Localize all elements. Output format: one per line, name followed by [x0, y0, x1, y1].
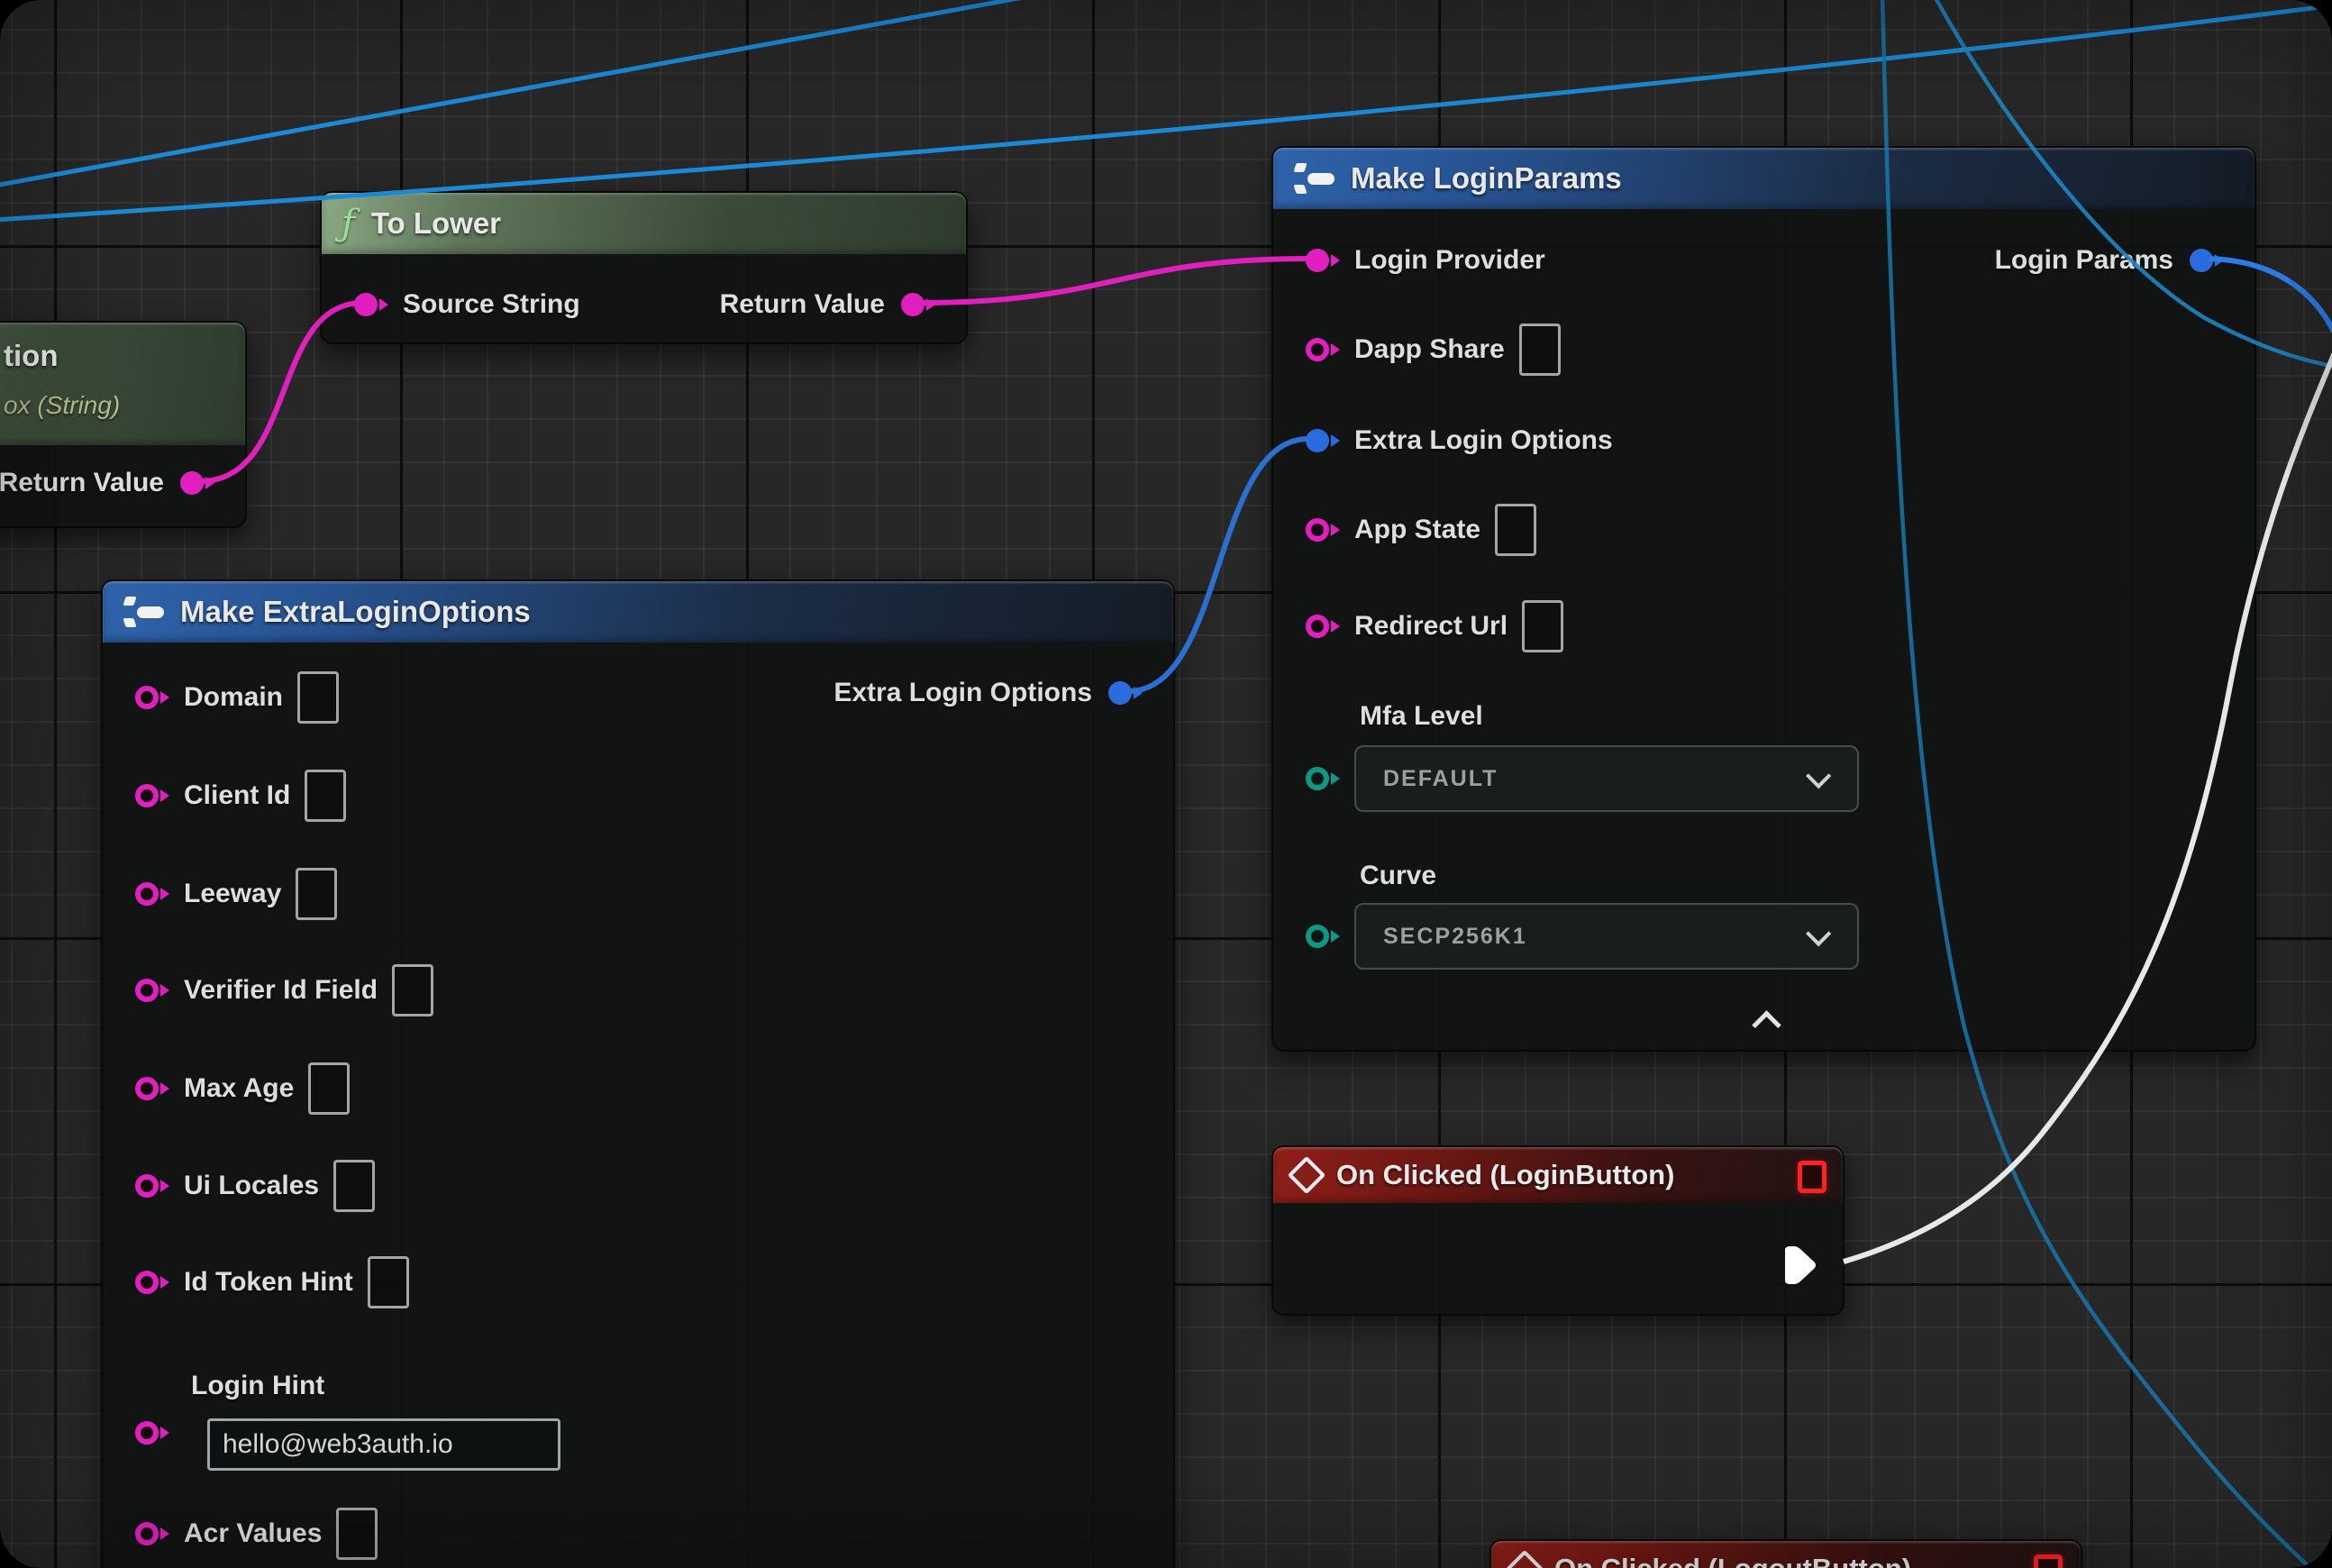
node-to-lower[interactable]: ƒ To Lower Source String Return Value: [320, 191, 968, 344]
mfa-level-selected-value: DEFAULT: [1383, 766, 1498, 792]
redirect-url-value-box[interactable]: [1522, 600, 1563, 652]
node-title: Make ExtraLoginOptions: [180, 595, 531, 629]
node-make-login-params[interactable]: Make LoginParams Login Provider Login Pa…: [1271, 146, 2256, 1052]
verifier-id-field-value-box[interactable]: [392, 964, 433, 1016]
pin-label-extra-login-options-out: Extra Login Options: [834, 678, 1092, 708]
pin-label-ui-locales: Ui Locales: [184, 1171, 319, 1201]
wire-magenta-tolower-to-loginprovider[interactable]: [921, 259, 1308, 303]
event-diamond-icon: [1288, 1156, 1325, 1194]
input-pin-client-id[interactable]: [133, 783, 169, 808]
id-token-hint-value-box[interactable]: [368, 1256, 409, 1308]
delegate-pin-icon[interactable]: [1798, 1161, 1826, 1193]
curve-dropdown[interactable]: SECP256K1: [1354, 903, 1859, 970]
pin-label-leeway: Leeway: [184, 879, 281, 909]
pin-label-redirect-url: Redirect Url: [1354, 611, 1508, 642]
app-state-value-box[interactable]: [1495, 504, 1536, 556]
node-on-clicked-logout-button[interactable]: On Clicked (LogoutButton): [1489, 1539, 2082, 1568]
input-pin-ui-locales[interactable]: [133, 1173, 169, 1199]
exec-output-pin[interactable]: [1783, 1246, 1817, 1284]
input-pin-id-token-hint[interactable]: [133, 1270, 169, 1295]
login-hint-input[interactable]: [207, 1418, 560, 1471]
input-pin-max-age[interactable]: [133, 1076, 169, 1101]
node-title: Make LoginParams: [1351, 161, 1622, 196]
pin-label-extra-login-options: Extra Login Options: [1354, 425, 1613, 456]
node-title: On Clicked (LogoutButton): [1554, 1553, 1911, 1568]
make-struct-icon: [1293, 160, 1335, 196]
blueprint-editor: tion ox (String) Return Value ƒ To Lower…: [0, 0, 2332, 1568]
pin-label-client-id: Client Id: [184, 780, 290, 811]
collapse-node-chevron-icon[interactable]: [1752, 1010, 1781, 1040]
curve-label: Curve: [1360, 861, 1436, 891]
pin-label-login-params: Login Params: [1995, 245, 2173, 276]
ui-locales-value-box[interactable]: [333, 1160, 375, 1212]
node-header[interactable]: ƒ To Lower: [322, 193, 966, 254]
node-header[interactable]: Make LoginParams: [1273, 148, 2255, 209]
pin-label-max-age: Max Age: [184, 1073, 294, 1104]
blueprint-graph-canvas[interactable]: tion ox (String) Return Value ƒ To Lower…: [0, 0, 2332, 1568]
max-age-value-box[interactable]: [308, 1062, 350, 1115]
pin-label-app-state: App State: [1354, 515, 1480, 545]
input-pin-login-hint[interactable]: [133, 1420, 169, 1445]
client-id-value-box[interactable]: [305, 770, 346, 822]
input-pin-acr-values[interactable]: [133, 1521, 169, 1546]
input-pin-app-state[interactable]: [1304, 517, 1340, 542]
pin-label-login-hint: Login Hint: [191, 1371, 324, 1401]
wire-blue-top-a[interactable]: [0, 0, 1038, 186]
pin-label-source-string: Source String: [403, 289, 580, 320]
node-text-box-partial[interactable]: tion ox (String) Return Value: [0, 321, 247, 528]
curve-selected-value: SECP256K1: [1383, 924, 1527, 950]
pin-label-dapp-share: Dapp Share: [1354, 334, 1505, 365]
input-pin-domain[interactable]: [133, 685, 169, 710]
leeway-value-box[interactable]: [296, 868, 337, 920]
pin-label-return-value: Return Value: [720, 289, 885, 320]
input-pin-leeway[interactable]: [133, 881, 169, 907]
node-title: On Clicked (LoginButton): [1336, 1159, 1674, 1191]
delegate-pin-icon[interactable]: [2034, 1554, 2063, 1568]
node-header[interactable]: On Clicked (LogoutButton): [1491, 1541, 2081, 1568]
event-diamond-icon: [1506, 1550, 1544, 1568]
node-header[interactable]: Make ExtraLoginOptions: [103, 581, 1173, 643]
input-pin-dapp-share[interactable]: [1304, 337, 1340, 362]
input-pin-mfa-level[interactable]: [1304, 766, 1340, 791]
input-pin-verifier-id-field[interactable]: [133, 978, 169, 1003]
pin-label-id-token-hint: Id Token Hint: [184, 1267, 353, 1298]
chevron-down-icon: [1806, 763, 1831, 789]
dapp-share-value-box[interactable]: [1519, 324, 1561, 376]
node-make-extra-login-options[interactable]: Make ExtraLoginOptions Domain Client Id …: [101, 579, 1175, 1568]
pin-label-login-provider: Login Provider: [1354, 245, 1545, 276]
domain-value-box[interactable]: [297, 671, 339, 724]
make-struct-icon: [123, 594, 164, 630]
pin-label-return-value: Return Value: [0, 468, 164, 498]
node-title-fragment: tion: [4, 339, 58, 373]
input-pin-login-provider[interactable]: [1304, 248, 1340, 273]
pin-label-domain: Domain: [184, 682, 283, 713]
node-on-clicked-login-button[interactable]: On Clicked (LoginButton): [1271, 1145, 1845, 1316]
mfa-level-label: Mfa Level: [1360, 701, 1483, 732]
acr-values-value-box[interactable]: [336, 1508, 378, 1560]
input-pin-curve[interactable]: [1304, 924, 1340, 949]
chevron-down-icon: [1806, 921, 1831, 946]
pin-label-verifier-id-field: Verifier Id Field: [184, 975, 378, 1006]
mfa-level-dropdown[interactable]: DEFAULT: [1354, 745, 1859, 812]
node-header[interactable]: On Clicked (LoginButton): [1273, 1147, 1843, 1203]
pin-label-acr-values: Acr Values: [184, 1518, 322, 1549]
node-title: To Lower: [371, 206, 501, 241]
input-pin-redirect-url[interactable]: [1304, 614, 1340, 639]
function-icon: ƒ: [342, 205, 355, 242]
node-subtitle-fragment: ox (String): [4, 391, 120, 420]
input-pin-extra-login-options[interactable]: [1304, 428, 1340, 453]
